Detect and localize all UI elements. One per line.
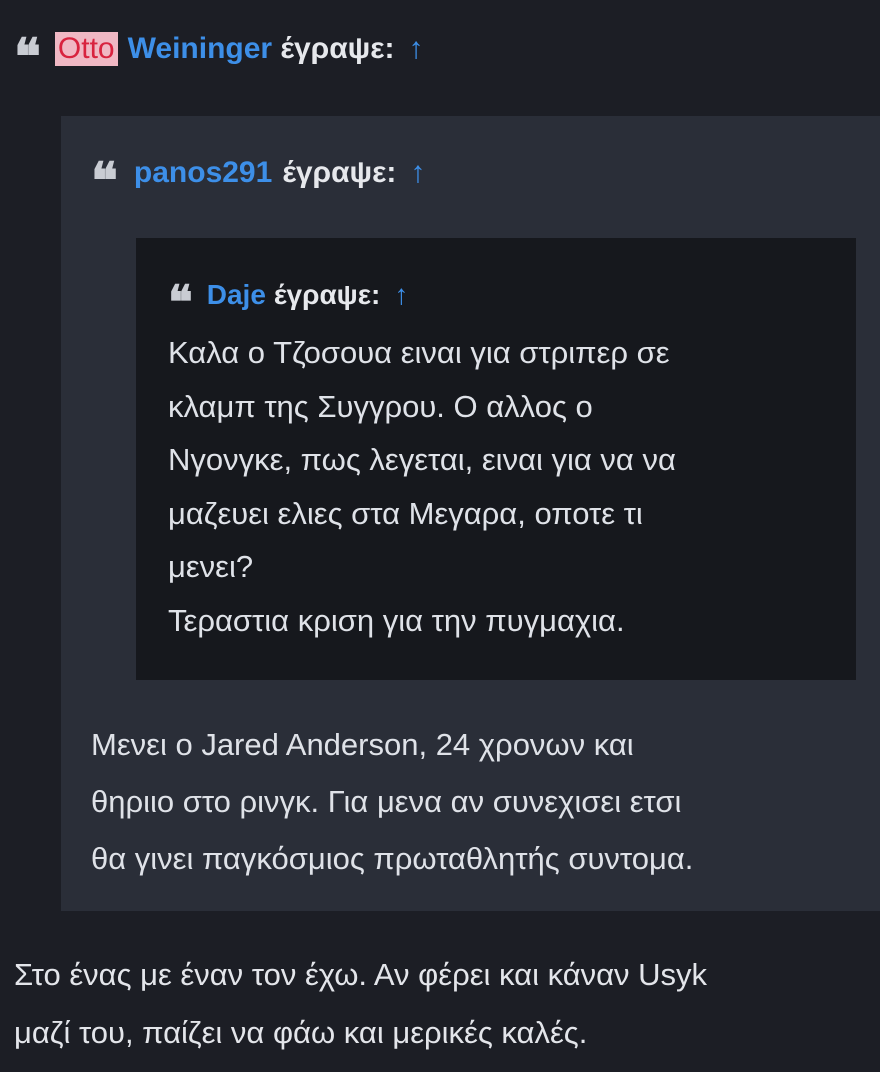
quote-text-line: Μενει ο Jared Anderson, 24 χρονων και <box>91 727 634 762</box>
quote-mark-icon: ❝ <box>14 27 41 86</box>
quote-author-link[interactable]: panos291 <box>134 156 272 190</box>
forum-post: ❝ Otto Weininger έγραψε: ↑ ❝ panos291 έγ… <box>0 0 880 1072</box>
post-text-line: Στο ένας με έναν τον έχω. Αν φέρει και κ… <box>14 957 708 992</box>
quote-text-line: Καλα ο Τζοσουα ειναι για στριπερ σε <box>168 335 670 370</box>
jump-to-post-arrow-icon[interactable]: ↑ <box>410 156 425 190</box>
quote-header-level-2: ❝ panos291 έγραψε: ↑ <box>91 148 425 206</box>
quote-mark-icon: ❝ <box>168 275 193 329</box>
quote-text-line: Νγονγκε, πως λεγεται, ειναι για να να <box>168 442 676 477</box>
jump-to-post-arrow-icon[interactable]: ↑ <box>408 32 423 66</box>
quote-author-link[interactable]: Weininger <box>128 32 272 66</box>
quote-text-line: θα γινει παγκόσμιος πρωταθλητής συντομα. <box>91 841 694 876</box>
quote-header-level-3: ❝ Daje έγραψε: ↑ <box>168 272 408 325</box>
quote-text-line: θηριιο στο ρινγκ. Για μενα αν συνεχισει … <box>91 784 682 819</box>
quote-text-line: Τεραστια κριση για την πυγμαχια. <box>168 602 625 638</box>
quote-text-line: κλαμπ της Συγγρου. Ο αλλος ο <box>168 388 593 424</box>
quote-box-level-1: ❝ panos291 έγραψε: ↑ ❝ Daje έγραψε: ↑ Κα… <box>61 116 880 911</box>
quote-body-level-2: Μενει ο Jared Anderson, 24 χρονων και θη… <box>91 716 871 887</box>
quote-body-level-3: Καλα ο Τζοσουα ειναι για στριπερ σε κλαμ… <box>168 326 828 647</box>
wrote-label: έγραψε: <box>273 279 381 310</box>
quote-text-line: μαζευει ελιες στα Μεγαρα, οποτε τι <box>168 495 643 531</box>
quote-box-level-2: ❝ Daje έγραψε: ↑ Καλα ο Τζοσουα ειναι γι… <box>136 238 856 680</box>
quote-author-link[interactable]: Daje <box>207 279 266 311</box>
post-body: Στο ένας με έναν τον έχω. Αν φέρει και κ… <box>14 946 880 1062</box>
wrote-label: έγραψε: <box>282 156 397 189</box>
search-highlight[interactable]: Otto <box>54 32 118 66</box>
quote-header-level-1: ❝ Otto Weininger έγραψε: ↑ <box>0 22 880 82</box>
post-text-line: μαζί του, παίζει να φάω και μερικές καλέ… <box>14 1015 588 1050</box>
wrote-label: έγραψε: <box>280 32 395 65</box>
quote-mark-icon: ❝ <box>91 151 118 210</box>
quote-text-line: μενει? <box>168 549 254 584</box>
jump-to-post-arrow-icon[interactable]: ↑ <box>394 279 408 311</box>
